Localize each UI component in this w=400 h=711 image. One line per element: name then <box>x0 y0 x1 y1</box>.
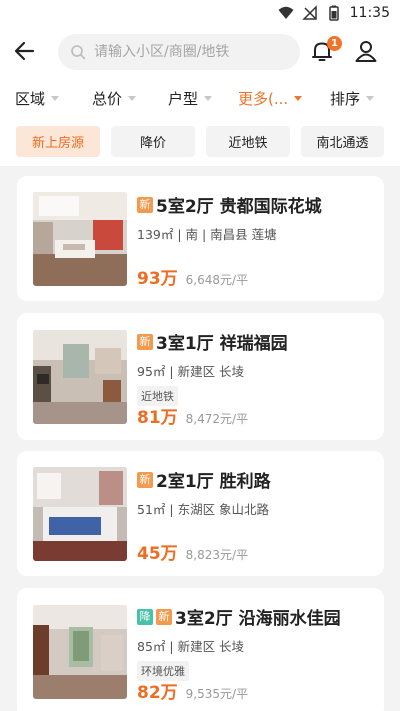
caret-down-icon <box>366 96 375 101</box>
filter-more[interactable]: 更多(... <box>238 88 303 109</box>
unit-price: 8,472元/平 <box>185 412 249 426</box>
total-price: 45万 <box>137 544 178 564</box>
chip-north-south[interactable]: 南北通透 <box>301 126 384 157</box>
no-signal-icon <box>301 5 317 20</box>
unit-price: 8,823元/平 <box>185 548 249 562</box>
filter-label: 户型 <box>168 90 199 108</box>
listing-title: 3室2厅 沿海丽水佳园 <box>175 609 341 629</box>
price-drop-tag: 降 <box>137 608 153 625</box>
listing-price: 82万 9,535元/平 <box>137 678 248 703</box>
filter-label: 区域 <box>15 90 46 108</box>
search-row: 1 <box>0 32 400 72</box>
search-icon <box>71 45 86 60</box>
listing-meta: 95㎡ | 新建区 长堎 <box>137 364 245 379</box>
listing-title: 5室2厅 贵都国际花城 <box>156 197 322 217</box>
listing-title: 2室1厅 胜利路 <box>156 472 271 492</box>
listing-price: 81万 8,472元/平 <box>137 403 248 428</box>
header-area: 11:35 1 区域 总价 户型 更多(... 排序 新上房源 降价 近地铁 南… <box>0 0 400 166</box>
listing-photo <box>33 605 127 699</box>
notification-badge: 1 <box>327 36 342 51</box>
listing-card[interactable]: 新 3室1厅 祥瑞福园 95㎡ | 新建区 长堎 近地铁 81万 8,472元/… <box>17 313 384 440</box>
new-tag: 新 <box>137 196 153 213</box>
listing-photo <box>33 192 127 286</box>
status-bar: 11:35 <box>0 0 400 28</box>
search-box[interactable] <box>58 34 300 70</box>
listing-meta: 51㎡ | 东湖区 象山北路 <box>137 502 270 517</box>
chip-near-subway[interactable]: 近地铁 <box>206 126 290 157</box>
listing-card[interactable]: 新 5室2厅 贵都国际花城 139㎡ | 南 | 南昌县 莲塘 93万 6,64… <box>17 176 384 301</box>
filter-price[interactable]: 总价 <box>92 88 137 109</box>
caret-down-icon <box>204 96 213 101</box>
caret-down-icon <box>51 96 60 101</box>
listing-card[interactable]: 降 新 3室2厅 沿海丽水佳园 85㎡ | 新建区 长堎 环境优雅 82万 9,… <box>17 588 384 711</box>
listing-price: 93万 6,648元/平 <box>137 264 248 289</box>
back-arrow-icon[interactable] <box>12 38 38 64</box>
total-price: 82万 <box>137 683 178 703</box>
filter-bar: 区域 总价 户型 更多(... 排序 <box>0 84 400 114</box>
user-icon[interactable] <box>353 38 379 64</box>
caret-down-icon <box>128 96 137 101</box>
total-price: 93万 <box>137 269 178 289</box>
battery-icon <box>328 5 339 21</box>
new-tag: 新 <box>156 608 172 625</box>
caret-down-icon <box>294 96 303 101</box>
listing-info: 新 3室1厅 祥瑞福园 95㎡ | 新建区 长堎 近地铁 <box>137 329 288 406</box>
listing-info: 降 新 3室2厅 沿海丽水佳园 85㎡ | 新建区 长堎 环境优雅 <box>137 604 341 681</box>
search-input[interactable] <box>94 44 284 60</box>
listing-meta: 139㎡ | 南 | 南昌县 莲塘 <box>137 227 277 242</box>
listing-price: 45万 8,823元/平 <box>137 539 248 564</box>
filter-layout[interactable]: 户型 <box>168 88 213 109</box>
new-tag: 新 <box>137 471 153 488</box>
chip-price-drop[interactable]: 降价 <box>111 126 195 157</box>
new-tag: 新 <box>137 333 153 350</box>
quick-filter-chips: 新上房源 降价 近地铁 南北通透 <box>0 126 400 158</box>
filter-label: 更多(... <box>238 90 289 108</box>
listing-photo <box>33 330 127 424</box>
listing-info: 新 5室2厅 贵都国际花城 139㎡ | 南 | 南昌县 莲塘 <box>137 192 322 243</box>
listing-title: 3室1厅 祥瑞福园 <box>156 334 288 354</box>
total-price: 81万 <box>137 408 178 428</box>
unit-price: 9,535元/平 <box>185 687 249 701</box>
listing-info: 新 2室1厅 胜利路 51㎡ | 东湖区 象山北路 <box>137 467 271 518</box>
listing-meta: 85㎡ | 新建区 长堎 <box>137 639 245 654</box>
chip-new-listings[interactable]: 新上房源 <box>16 126 100 157</box>
wifi-icon <box>278 6 294 19</box>
listing-card[interactable]: 新 2室1厅 胜利路 51㎡ | 东湖区 象山北路 45万 8,823元/平 <box>17 451 384 576</box>
unit-price: 6,648元/平 <box>185 273 249 287</box>
filter-label: 总价 <box>92 90 123 108</box>
listing-photo <box>33 467 127 561</box>
filter-sort[interactable]: 排序 <box>330 88 375 109</box>
filter-area[interactable]: 区域 <box>15 88 60 109</box>
filter-label: 排序 <box>330 90 361 108</box>
status-time: 11:35 <box>349 5 390 21</box>
